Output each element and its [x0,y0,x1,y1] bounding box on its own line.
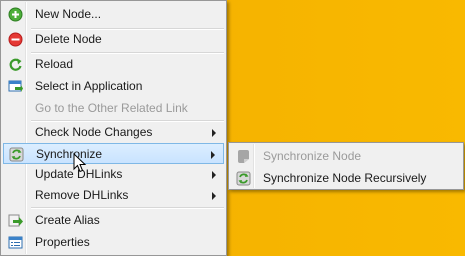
menu-item-update-dhlinks[interactable]: Update DHLinks [3,164,224,185]
create-alias-icon [8,214,23,227]
menu-item-label: Delete Node [35,32,102,46]
menu-item-go-to-related-link[interactable]: Go to the Other Related Link [3,98,224,119]
synchronize-node-icon [238,150,249,163]
context-menu: New Node... Delete Node Reload Select in… [0,0,227,256]
submenu-arrow-icon [211,151,215,159]
reload-icon [9,58,22,71]
submenu-item-synchronize-recursively[interactable]: Synchronize Node Recursively [231,168,461,189]
menu-item-label: Reload [35,57,74,71]
menu-item-label: Synchronize Node Recursively [263,171,427,185]
menu-item-create-alias[interactable]: Create Alias [3,210,224,231]
submenu-arrow-icon [212,171,216,179]
mouse-pointer-icon [73,153,87,173]
menu-item-select-in-application[interactable]: Select in Application [3,76,224,97]
menu-item-synchronize[interactable]: Synchronize [3,143,224,164]
properties-icon [8,236,23,249]
synchronize-icon [9,147,24,162]
menu-item-label: Select in Application [35,79,143,93]
synchronize-recursive-icon [236,171,251,186]
menu-item-label: New Node... [35,7,102,21]
menu-separator [31,207,224,209]
delete-node-icon [8,32,23,47]
menu-item-check-node-changes[interactable]: Check Node Changes [3,122,224,143]
menu-item-label: Check Node Changes [35,125,153,139]
submenu-item-synchronize-node[interactable]: Synchronize Node [231,146,461,167]
menu-item-label: Properties [35,235,90,249]
menu-item-reload[interactable]: Reload [3,54,224,75]
menu-item-label: Synchronize Node [263,149,362,163]
select-in-application-icon [8,80,23,92]
menu-item-label: Create Alias [35,213,100,227]
synchronize-submenu: Synchronize Node Synchronize Node Recurs… [228,142,464,190]
menu-item-label: Go to the Other Related Link [35,101,188,115]
menu-item-label: Remove DHLinks [35,188,129,202]
submenu-arrow-icon [212,192,216,200]
add-node-icon [8,7,23,22]
menu-item-properties[interactable]: Properties [3,232,224,253]
menu-item-remove-dhlinks[interactable]: Remove DHLinks [3,185,224,206]
menu-item-new-node[interactable]: New Node... [3,4,224,25]
menu-item-label: Synchronize [36,147,103,161]
menu-item-delete-node[interactable]: Delete Node [3,29,224,50]
submenu-arrow-icon [212,129,216,137]
